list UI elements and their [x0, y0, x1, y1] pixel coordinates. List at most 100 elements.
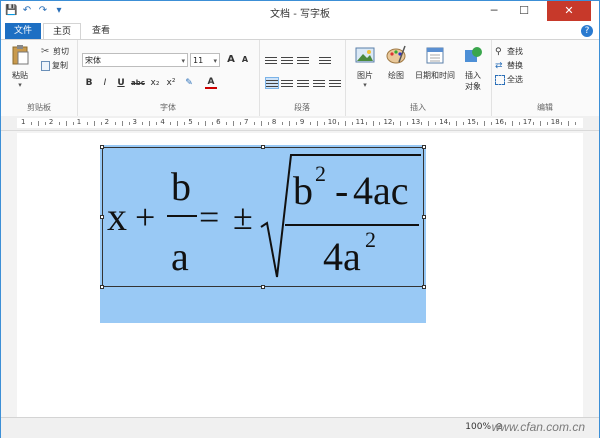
insert-datetime-button[interactable]: 日期和时间 [413, 44, 457, 81]
line-spacing-icon[interactable] [319, 55, 331, 65]
ruler-number: 5 [188, 118, 193, 126]
align-left-icon[interactable] [265, 77, 279, 89]
justify-icon[interactable] [313, 78, 325, 88]
ruler-number: 1 [21, 118, 26, 126]
tab-file[interactable]: 文件 [5, 23, 41, 39]
shrink-font-button[interactable]: A [239, 55, 251, 64]
ruler-number: 15 [467, 118, 477, 126]
find-button[interactable]: ⚲ 查找 [495, 46, 523, 57]
ruler-tick [421, 122, 423, 125]
insert-object-button[interactable]: 插入 对象 [459, 44, 487, 92]
ruler-tick [372, 121, 374, 126]
tab-home[interactable]: 主页 [43, 23, 81, 40]
resize-handle[interactable] [100, 285, 104, 289]
insert-group: 图片 ▾ 绘图 日期和时间 插入 对象 插入 [345, 40, 492, 116]
ruler-tick [205, 121, 207, 126]
maximize-button[interactable]: ☐ [511, 1, 537, 21]
radicand-denominator-exponent: 2 [365, 227, 376, 252]
ruler-tick [30, 122, 32, 125]
ruler-tick [309, 122, 311, 125]
font-size-select[interactable]: 11 ▾ [190, 53, 220, 67]
align-center-icon[interactable] [281, 78, 293, 88]
font-size-value: 11 [193, 56, 204, 65]
status-bar: 100% ⊖ www.cfan.com.cn [1, 417, 599, 438]
paste-button[interactable]: 粘贴 ▾ [5, 44, 35, 89]
ruler[interactable]: 1 2 1 2 3 4 5 6 7 8 9 10 11 12 13 14 15 16 17 18 [1, 116, 599, 131]
resize-handle[interactable] [100, 145, 104, 149]
ruler-tick [288, 121, 290, 126]
replace-button[interactable]: ⇄ 替换 [495, 60, 523, 71]
ruler-tick [267, 122, 269, 125]
ruler-tick [100, 122, 102, 125]
bold-button[interactable]: B [83, 78, 95, 88]
formula-plus: + [135, 197, 156, 237]
radicand-b: b [293, 168, 313, 213]
underline-button[interactable]: U [115, 78, 127, 88]
strikethrough-button[interactable]: abc [129, 79, 147, 87]
clipboard-icon [12, 45, 29, 65]
align-right-icon[interactable] [297, 78, 309, 88]
title-bar: 💾 ↶ ↷ ▾ 文档 - 写字板 ─ ☐ ✕ [1, 1, 599, 23]
ruler-tick [323, 122, 325, 125]
font-group: 宋体 ▾ 11 ▾ A A B I U abc x₂ x² ✎ A 字体 [77, 40, 260, 116]
insert-picture-button[interactable]: 图片 ▾ [351, 44, 379, 89]
ruler-tick [518, 122, 520, 125]
ruler-tick [511, 121, 513, 126]
ruler-tick [254, 122, 256, 125]
scissors-icon: ✂ [41, 45, 50, 57]
insert-group-label: 插入 [410, 103, 426, 112]
ruler-number: 18 [550, 118, 560, 126]
ruler-tick [407, 122, 409, 125]
ruler-tick [539, 121, 541, 126]
highlight-icon[interactable]: ✎ [183, 78, 195, 88]
ruler-tick [212, 122, 214, 125]
select-all-button[interactable]: 全选 [495, 74, 523, 85]
resize-handle[interactable] [261, 145, 265, 149]
font-color-button[interactable]: A [205, 77, 217, 89]
formula-numerator: b [171, 164, 191, 209]
ruler-tick [295, 122, 297, 125]
radicand-4ac: 4ac [353, 168, 409, 213]
bullet-list-icon[interactable] [297, 55, 309, 65]
font-family-select[interactable]: 宋体 ▾ [82, 53, 188, 67]
help-icon[interactable]: ? [581, 25, 593, 37]
ruler-number: 12 [383, 118, 393, 126]
editing-group: ⚲ 查找 ⇄ 替换 全选 编辑 [491, 40, 599, 116]
select-all-label: 全选 [507, 75, 523, 84]
ruler-tick [400, 121, 402, 126]
ruler-tick [316, 121, 318, 126]
formula-x: x [107, 194, 127, 239]
ruler-tick [560, 122, 562, 125]
grow-font-button[interactable]: A [225, 54, 237, 65]
minimize-button[interactable]: ─ [481, 1, 507, 21]
ruler-tick [58, 122, 60, 125]
close-button[interactable]: ✕ [547, 1, 591, 21]
resize-handle[interactable] [100, 215, 104, 219]
paint-drawing-button[interactable]: 绘图 [383, 44, 409, 81]
paragraph-settings-icon[interactable] [329, 78, 341, 88]
formula-denominator: a [171, 234, 189, 279]
cut-button[interactable]: ✂ 剪切 [41, 46, 69, 57]
replace-icon: ⇄ [495, 60, 503, 71]
subscript-button[interactable]: x₂ [149, 78, 161, 88]
italic-button[interactable]: I [99, 78, 111, 88]
formula-equals: = [199, 197, 220, 237]
decrease-indent-icon[interactable] [265, 55, 277, 65]
ruler-tick [379, 122, 381, 125]
ruler-tick [574, 122, 576, 125]
clipboard-group-label: 剪贴板 [27, 103, 51, 112]
resize-handle[interactable] [422, 145, 426, 149]
resize-handle[interactable] [261, 285, 265, 289]
datetime-label: 日期和时间 [415, 71, 455, 80]
tab-view[interactable]: 查看 [83, 23, 119, 39]
ruler-tick [156, 122, 158, 125]
superscript-button[interactable]: x² [165, 78, 177, 88]
radicand-denominator: 4a [323, 234, 361, 279]
resize-handle[interactable] [422, 285, 426, 289]
paragraph-group-label: 段落 [294, 103, 310, 112]
increase-indent-icon[interactable] [281, 55, 293, 65]
font-family-value: 宋体 [85, 56, 101, 65]
ruler-tick [337, 122, 339, 125]
ruler-tick [128, 122, 130, 125]
copy-button[interactable]: 复制 [41, 60, 68, 71]
